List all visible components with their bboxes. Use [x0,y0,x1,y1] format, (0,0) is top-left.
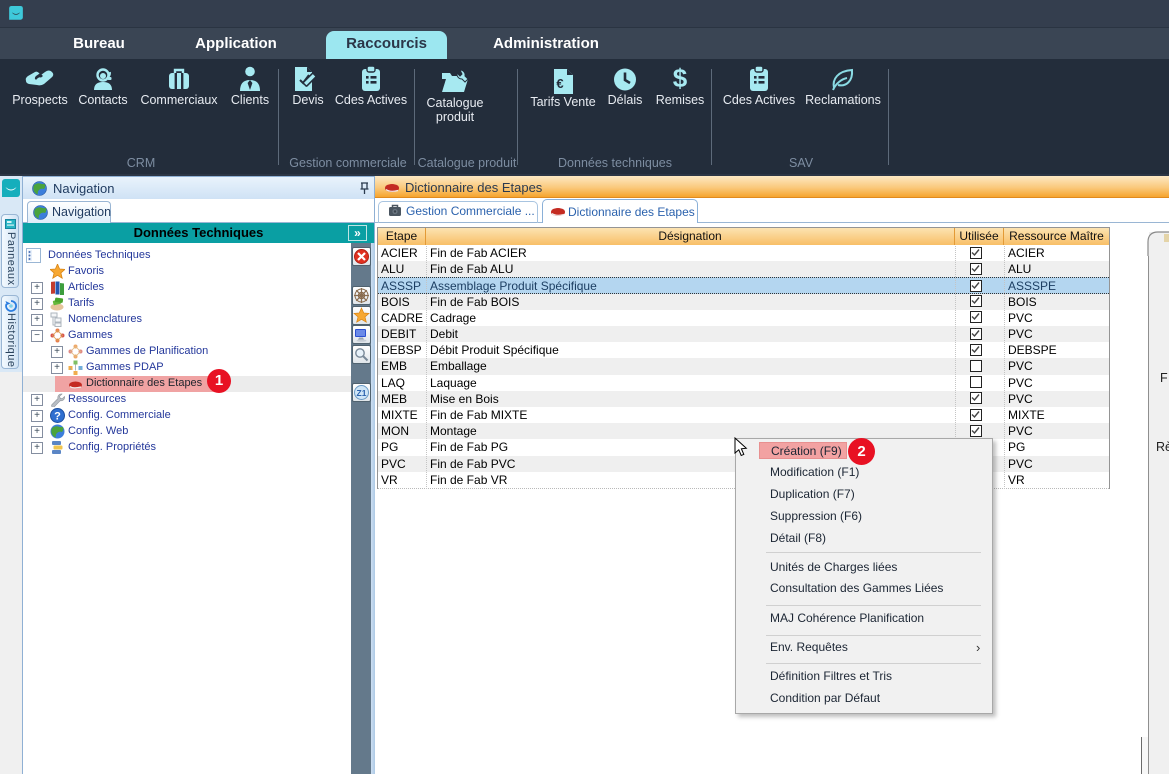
svg-text:€: € [556,76,563,91]
svg-text:Z1: Z1 [357,388,367,398]
svg-text:?: ? [54,411,61,423]
